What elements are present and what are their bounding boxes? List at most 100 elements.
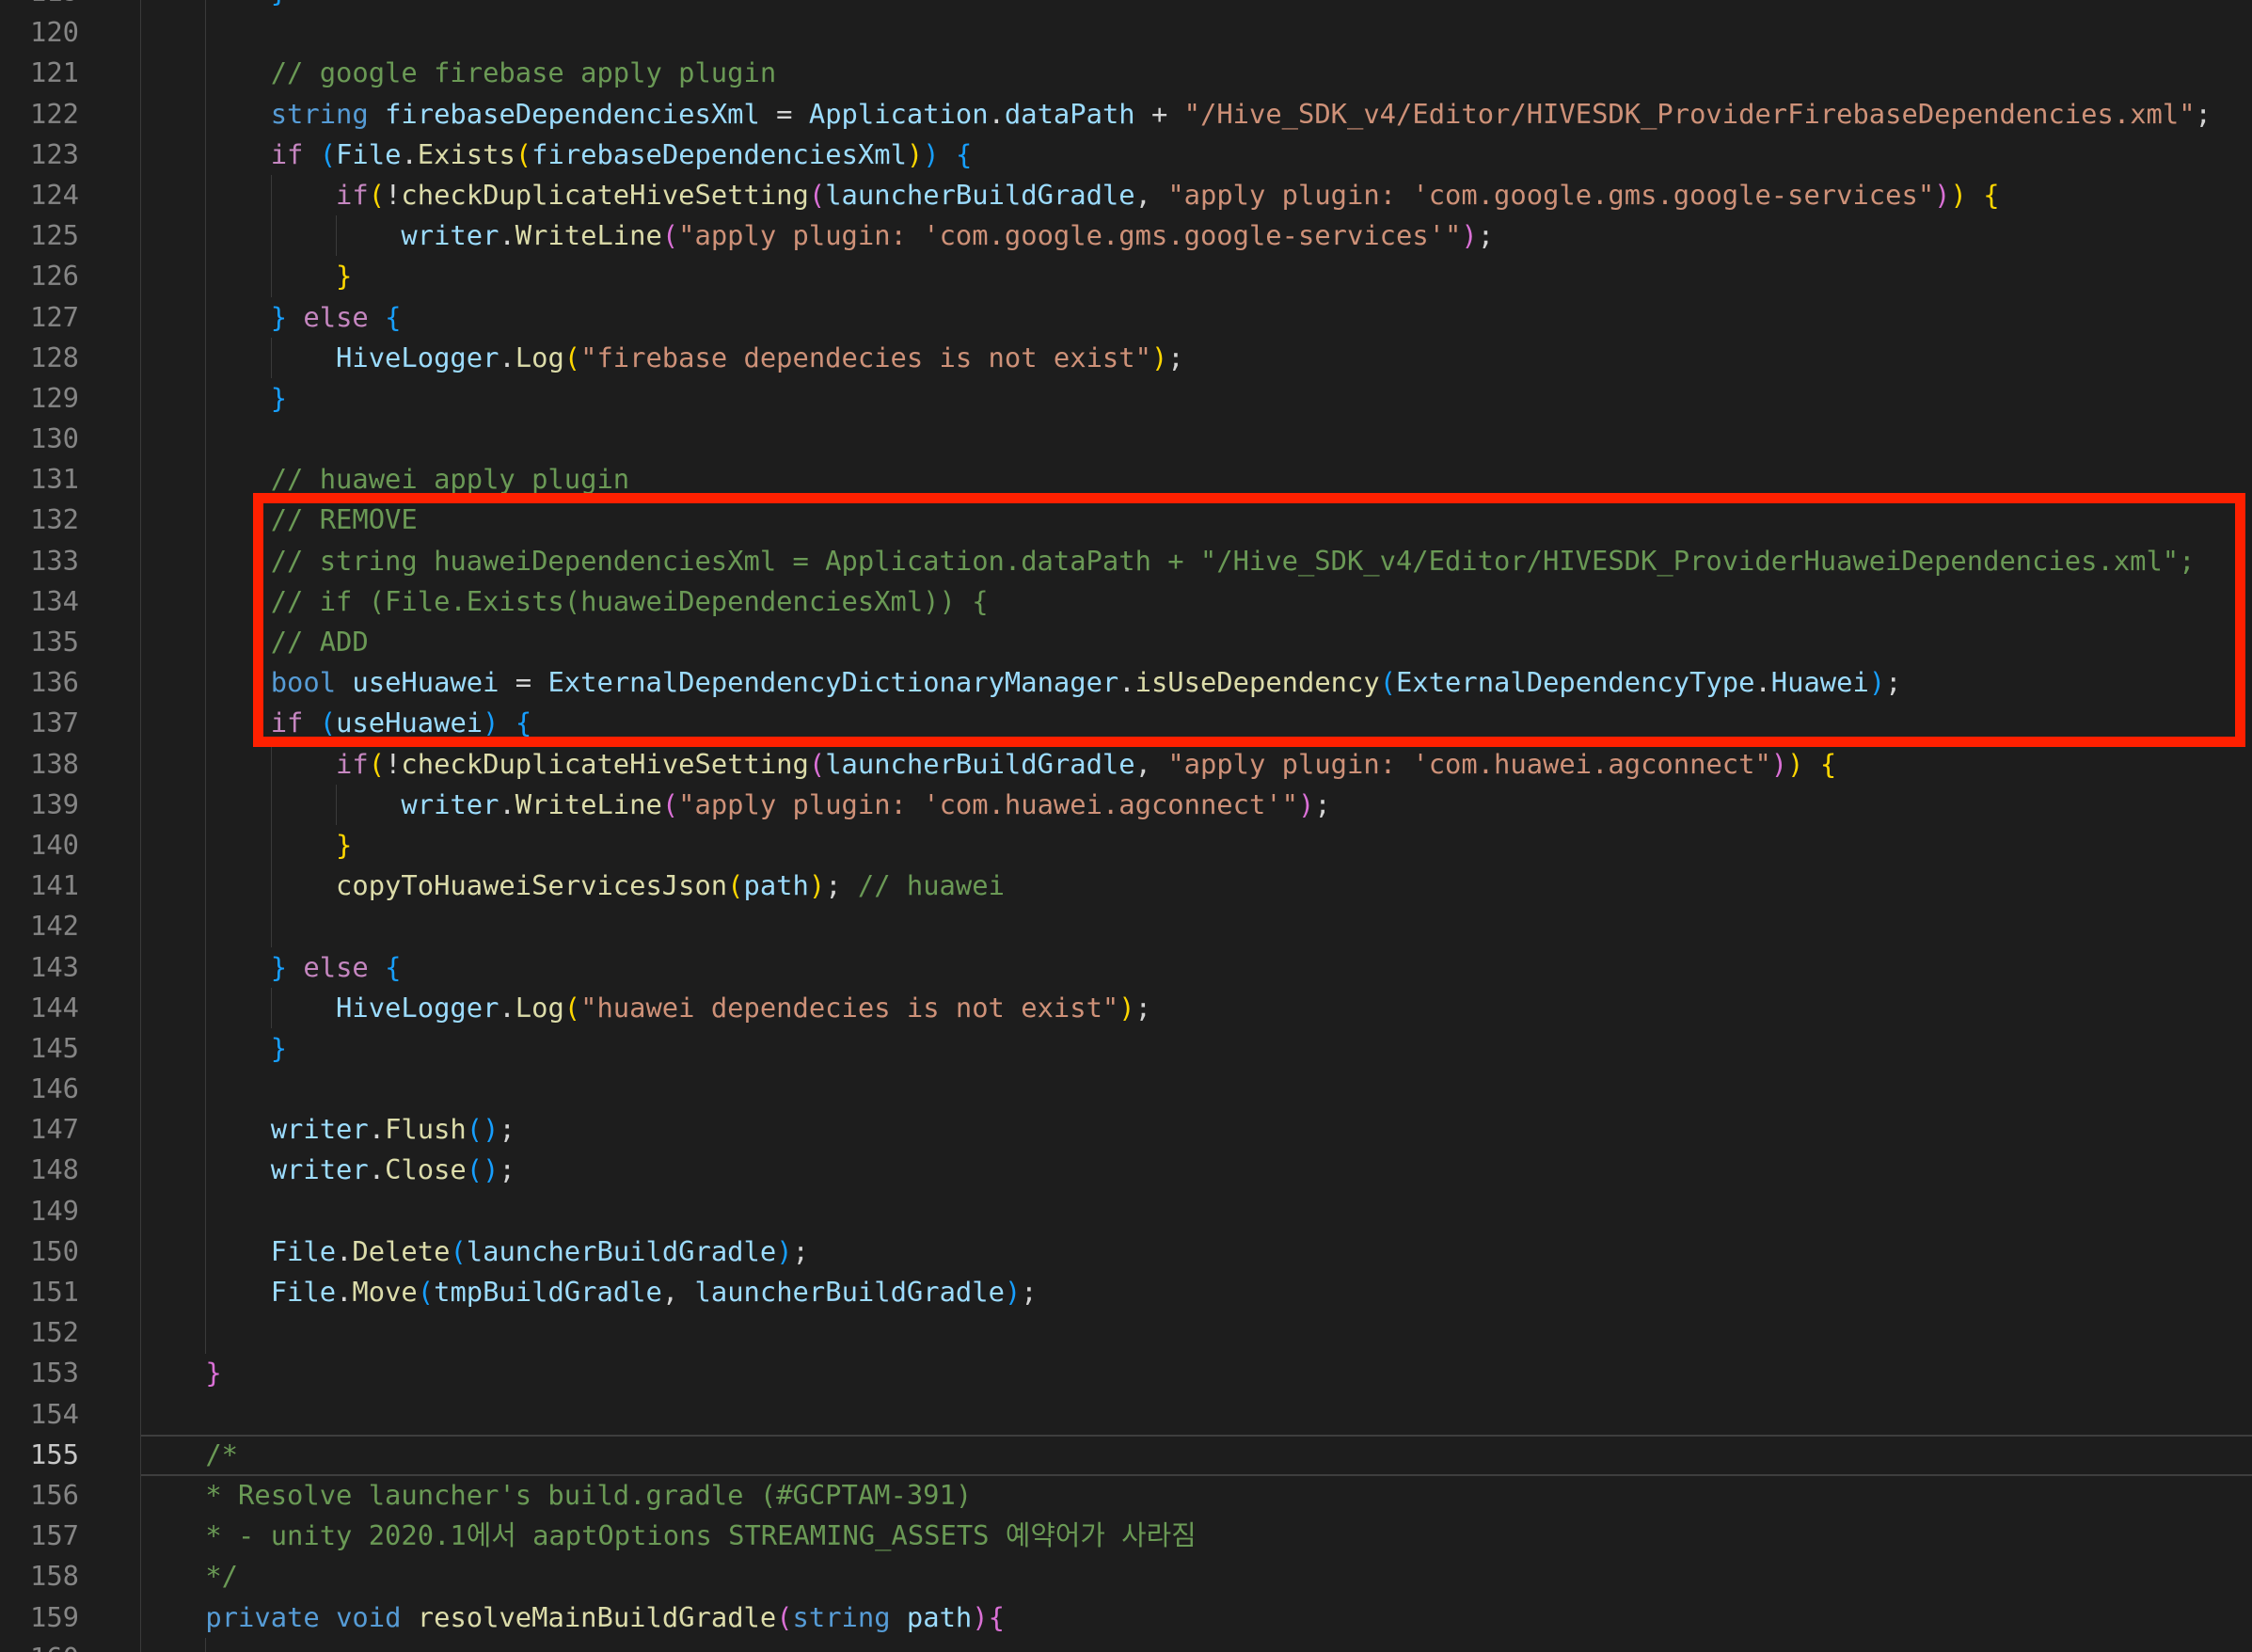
code-token-punc: +	[1135, 98, 1184, 130]
code-token-str: "apply plugin: 'com.google.gms.google-se…	[678, 219, 1461, 251]
code-token-b_b: }	[271, 1032, 287, 1064]
line-number[interactable]: 147	[0, 1109, 79, 1150]
code-token-punc: .	[499, 219, 515, 251]
line-number[interactable]: 127	[0, 297, 79, 338]
line-number[interactable]: 138	[0, 744, 79, 785]
code-token-com: // huawei apply plugin	[140, 463, 629, 495]
line-number[interactable]: 151	[0, 1272, 79, 1312]
line-number[interactable]: 146	[0, 1069, 79, 1109]
code-token-b_y: {	[1820, 748, 1836, 780]
line-number[interactable]: 139	[0, 785, 79, 825]
line-number[interactable]: 160	[0, 1638, 79, 1652]
code-line	[140, 12, 2212, 53]
code-token-str: "/Hive_SDK_v4/Editor/HIVESDK_ProviderFir…	[1184, 98, 2196, 130]
line-number[interactable]: 141	[0, 866, 79, 906]
line-number[interactable]: 124	[0, 175, 79, 215]
line-number[interactable]: 131	[0, 459, 79, 500]
code-token-var: dataPath	[1005, 98, 1135, 130]
code-token-punc	[140, 98, 271, 130]
line-number[interactable]: 140	[0, 825, 79, 866]
code-token-punc: ;	[1021, 1276, 1037, 1308]
code-token-b_p: )	[1298, 788, 1314, 820]
line-number[interactable]: 156	[0, 1475, 79, 1516]
line-number[interactable]: 145	[0, 1028, 79, 1069]
code-line	[140, 1394, 2212, 1435]
code-token-b_b: ()	[467, 1113, 500, 1145]
code-token-b_p: {	[989, 1601, 1005, 1633]
code-token-var: useHuawei	[336, 707, 483, 739]
line-number[interactable]: 128	[0, 338, 79, 378]
code-token-punc: .	[369, 1113, 385, 1145]
code-area[interactable]: } // google firebase apply plugin string…	[140, 0, 2212, 1652]
code-line: * Resolve launcher's build.gradle (#GCPT…	[140, 1475, 2212, 1516]
line-number[interactable]: 134	[0, 581, 79, 622]
code-line: }	[140, 378, 2212, 419]
code-token-b_y: (	[564, 342, 580, 373]
code-token-b_b: {	[956, 138, 972, 170]
code-token-punc	[401, 1601, 417, 1633]
line-number[interactable]: 135	[0, 622, 79, 662]
code-token-punc: ;	[499, 1153, 515, 1185]
line-number[interactable]: 125	[0, 215, 79, 256]
line-number[interactable]: 154	[0, 1394, 79, 1435]
code-line	[140, 1191, 2212, 1231]
code-token-var: writer	[401, 788, 499, 820]
line-number[interactable]: 126	[0, 256, 79, 296]
code-token-str: "huawei dependecies is not exist"	[580, 992, 1118, 1024]
line-number[interactable]: 157	[0, 1516, 79, 1556]
code-token-punc: .	[401, 138, 417, 170]
line-number[interactable]: 137	[0, 703, 79, 743]
code-line: HiveLogger.Log("firebase dependecies is …	[140, 338, 2212, 378]
line-number[interactable]: 143	[0, 947, 79, 988]
line-number[interactable]: 129	[0, 378, 79, 419]
line-number[interactable]: 136	[0, 662, 79, 703]
line-number[interactable]: 142	[0, 906, 79, 946]
line-number[interactable]: 119	[0, 0, 79, 12]
code-token-punc	[140, 869, 336, 901]
line-number[interactable]: 130	[0, 419, 79, 459]
code-token-punc	[140, 707, 271, 739]
code-token-punc: .	[989, 98, 1005, 130]
line-number[interactable]: 149	[0, 1191, 79, 1231]
gutter[interactable]: 1191201211221231241251261271281291301311…	[0, 0, 79, 1652]
line-number[interactable]: 120	[0, 12, 79, 53]
line-number[interactable]: 159	[0, 1597, 79, 1638]
code-line	[140, 1312, 2212, 1353]
code-line: if (useHuawei) {	[140, 703, 2212, 743]
line-number[interactable]: 132	[0, 500, 79, 540]
line-number[interactable]: 122	[0, 94, 79, 135]
line-number[interactable]: 155	[0, 1435, 79, 1475]
code-token-com: * - unity 2020.1에서 aaptOptions STREAMING…	[140, 1519, 1197, 1551]
code-token-var: launcherBuildGradle	[825, 748, 1134, 780]
code-token-punc	[369, 301, 385, 333]
line-number[interactable]: 158	[0, 1556, 79, 1596]
code-token-b_y: )	[1787, 748, 1803, 780]
code-token-var: writer	[401, 219, 499, 251]
code-line: // ADD	[140, 622, 2212, 662]
code-line: // REMOVE	[140, 500, 2212, 540]
code-token-punc: .	[336, 1276, 352, 1308]
line-number[interactable]: 148	[0, 1150, 79, 1190]
line-number[interactable]: 150	[0, 1231, 79, 1272]
line-number[interactable]: 152	[0, 1312, 79, 1353]
code-token-punc: =	[499, 666, 547, 698]
line-number[interactable]: 153	[0, 1353, 79, 1393]
code-token-punc: ;	[499, 1113, 515, 1145]
code-line	[140, 1069, 2212, 1109]
line-number[interactable]: 133	[0, 541, 79, 581]
code-token-b_p: (	[662, 219, 678, 251]
code-token-b_y: (	[369, 748, 385, 780]
code-token-var: firebaseDependenciesXml	[385, 98, 760, 130]
line-number[interactable]: 144	[0, 988, 79, 1028]
code-token-punc: .	[499, 342, 515, 373]
line-number[interactable]: 121	[0, 53, 79, 93]
code-token-var: HiveLogger	[336, 992, 499, 1024]
code-token-var: path	[907, 1601, 972, 1633]
code-token-com: // ADD	[140, 626, 369, 658]
code-token-fn: WriteLine	[515, 219, 662, 251]
code-token-kw: bool	[271, 666, 336, 698]
code-line: bool useHuawei = ExternalDependencyDicti…	[140, 662, 2212, 703]
line-number[interactable]: 123	[0, 135, 79, 175]
code-token-punc	[891, 1601, 907, 1633]
code-token-punc	[303, 138, 319, 170]
